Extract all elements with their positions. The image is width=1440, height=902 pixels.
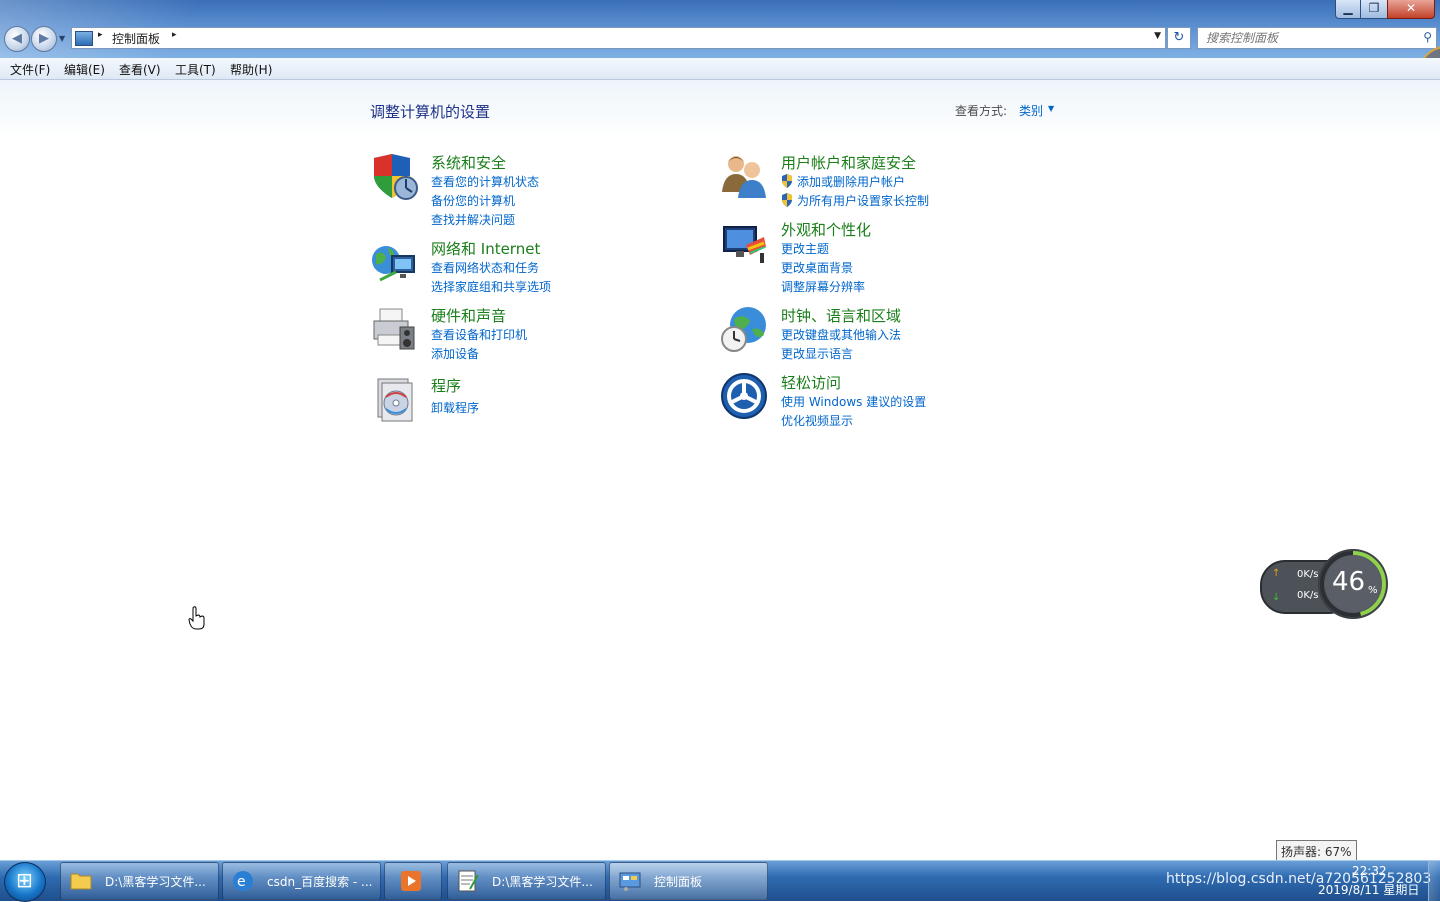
uac-shield-icon <box>782 174 792 188</box>
close-button[interactable]: ✕ <box>1387 0 1435 19</box>
link-uninstall-program[interactable]: 卸载程序 <box>431 399 479 416</box>
search-icon[interactable]: ⚲ <box>1423 30 1432 44</box>
taskbar-label: D:\黑客学习文件... <box>492 875 593 889</box>
menu-view[interactable]: 查看(V) <box>119 61 161 78</box>
chevron-down-icon[interactable]: ▼ <box>1048 104 1054 113</box>
download-speed: 0K/s <box>1297 590 1319 601</box>
uac-shield-icon <box>782 193 792 207</box>
ie-icon: e <box>233 871 253 891</box>
address-dropdown-icon[interactable]: ▼ <box>1154 31 1161 41</box>
link-homegroup-sharing[interactable]: 选择家庭组和共享选项 <box>431 278 551 295</box>
taskbar-label: csdn_百度搜索 - ... <box>267 875 373 889</box>
category-title[interactable]: 系统和安全 <box>431 152 506 173</box>
category-title[interactable]: 网络和 Internet <box>431 238 540 259</box>
link-change-theme[interactable]: 更改主题 <box>781 240 829 257</box>
link-screen-resolution[interactable]: 调整屏幕分辨率 <box>781 278 865 295</box>
view-by-label: 查看方式: <box>955 104 1008 118</box>
view-by-dropdown[interactable]: 类别 <box>1019 102 1043 119</box>
menu-help[interactable]: 帮助(H) <box>230 61 272 78</box>
link-backup-computer[interactable]: 备份您的计算机 <box>431 192 515 209</box>
menu-file[interactable]: 文件(F) <box>10 61 50 78</box>
show-desktop-button[interactable] <box>1428 861 1440 901</box>
link-change-keyboard[interactable]: 更改键盘或其他输入法 <box>781 326 901 343</box>
control-panel-content: 调整计算机的设置 查看方式: 类别 ▼ 系统和安全 查看您的计算机状态 备份您的… <box>0 80 1440 860</box>
start-button[interactable]: ⊞ <box>4 862 46 902</box>
category-title[interactable]: 外观和个性化 <box>781 219 871 240</box>
globe-clock-icon[interactable] <box>720 305 768 353</box>
hand-cursor-icon <box>188 606 205 630</box>
minimize-button[interactable]: ▁ <box>1335 0 1361 19</box>
search-box[interactable]: ⚲ <box>1197 27 1437 49</box>
link-add-device[interactable]: 添加设备 <box>431 345 479 362</box>
refresh-button[interactable]: ↻ <box>1167 27 1191 49</box>
folder-icon <box>70 873 92 890</box>
taskbar: ⊞ D:\黑客学习文件... e csdn_百度搜索 - ... D:\黑客学习… <box>0 860 1440 902</box>
programs-disc-icon[interactable] <box>370 375 418 423</box>
taskbar-button-notepad[interactable]: D:\黑客学习文件... <box>447 862 606 900</box>
breadcrumb-control-panel[interactable]: 控制面板 <box>112 30 160 47</box>
back-arrow-icon: ◀ <box>12 31 22 46</box>
tray-clock-date[interactable]: 2019/8/11 星期日 <box>1318 881 1419 898</box>
category-title[interactable]: 用户帐户和家庭安全 <box>781 152 916 173</box>
recent-pages-dropdown[interactable]: ▼ <box>59 34 65 43</box>
download-arrow-icon: ↓ <box>1272 592 1281 603</box>
svg-text:e: e <box>237 874 246 890</box>
forward-arrow-icon: ▶ <box>39 31 49 46</box>
monitor-paint-icon[interactable] <box>720 219 768 267</box>
window-title-bar: ▁ ❐ ✕ ◀ ▶ ▼ ▸ 控制面板 ▸ ▼ ↻ ⚲ <box>0 0 1440 58</box>
back-button[interactable]: ◀ <box>4 26 30 52</box>
users-icon[interactable] <box>720 152 768 200</box>
link-change-display-language[interactable]: 更改显示语言 <box>781 345 853 362</box>
category-title[interactable]: 轻松访问 <box>781 372 841 393</box>
taskbar-label: 控制面板 <box>654 875 703 889</box>
link-optimize-display[interactable]: 优化视频显示 <box>781 412 853 429</box>
link-view-computer-status[interactable]: 查看您的计算机状态 <box>431 173 539 190</box>
taskbar-button-explorer[interactable]: D:\黑客学习文件... <box>60 862 219 900</box>
cpu-usage-dial[interactable]: 46 % <box>1318 549 1388 619</box>
ease-of-access-icon[interactable] <box>720 372 768 420</box>
link-add-remove-accounts[interactable]: 添加或删除用户帐户 <box>797 173 905 190</box>
maximize-button[interactable]: ❐ <box>1360 0 1388 19</box>
windows-logo-icon: ⊞ <box>16 868 33 892</box>
cpu-usage-unit: % <box>1368 585 1378 596</box>
shield-icon[interactable] <box>370 152 418 200</box>
category-title[interactable]: 硬件和声音 <box>431 305 506 326</box>
network-globe-icon[interactable] <box>370 238 418 286</box>
taskbar-label: D:\黑客学习文件... <box>105 875 206 889</box>
link-network-status[interactable]: 查看网络状态和任务 <box>431 259 539 276</box>
menu-bar: 文件(F) 编辑(E) 查看(V) 工具(T) 帮助(H) <box>0 58 1440 80</box>
printer-icon[interactable] <box>370 305 418 353</box>
forward-button[interactable]: ▶ <box>31 26 57 52</box>
upload-speed: 0K/s <box>1297 569 1319 580</box>
category-title[interactable]: 程序 <box>431 375 461 396</box>
address-bar[interactable]: ▸ 控制面板 ▸ ▼ <box>71 27 1166 49</box>
taskbar-button-ie[interactable]: e csdn_百度搜索 - ... <box>222 862 381 900</box>
cpu-usage-value: 46 <box>1332 567 1366 597</box>
notepad-icon <box>458 870 479 892</box>
breadcrumb-separator[interactable]: ▸ <box>98 30 103 40</box>
page-title: 调整计算机的设置 <box>370 103 491 121</box>
link-recommended-settings[interactable]: 使用 Windows 建议的设置 <box>781 393 926 410</box>
menu-tools[interactable]: 工具(T) <box>175 61 216 78</box>
control-panel-icon <box>619 872 641 891</box>
category-title[interactable]: 时钟、语言和区域 <box>781 305 901 326</box>
taskbar-button-control-panel[interactable]: 控制面板 <box>609 862 768 900</box>
breadcrumb-separator[interactable]: ▸ <box>172 30 177 40</box>
media-player-icon <box>401 871 421 891</box>
tray-clock-time[interactable]: 22:32 <box>1352 864 1387 878</box>
link-devices-printers[interactable]: 查看设备和打印机 <box>431 326 527 343</box>
taskbar-button-media-player[interactable] <box>384 862 442 900</box>
search-input[interactable] <box>1204 29 1413 47</box>
link-parental-controls[interactable]: 为所有用户设置家长控制 <box>797 192 929 209</box>
upload-arrow-icon: ↑ <box>1272 568 1281 579</box>
link-change-background[interactable]: 更改桌面背景 <box>781 259 853 276</box>
control-panel-icon <box>75 31 93 46</box>
link-troubleshoot[interactable]: 查找并解决问题 <box>431 211 515 228</box>
menu-edit[interactable]: 编辑(E) <box>64 61 105 78</box>
